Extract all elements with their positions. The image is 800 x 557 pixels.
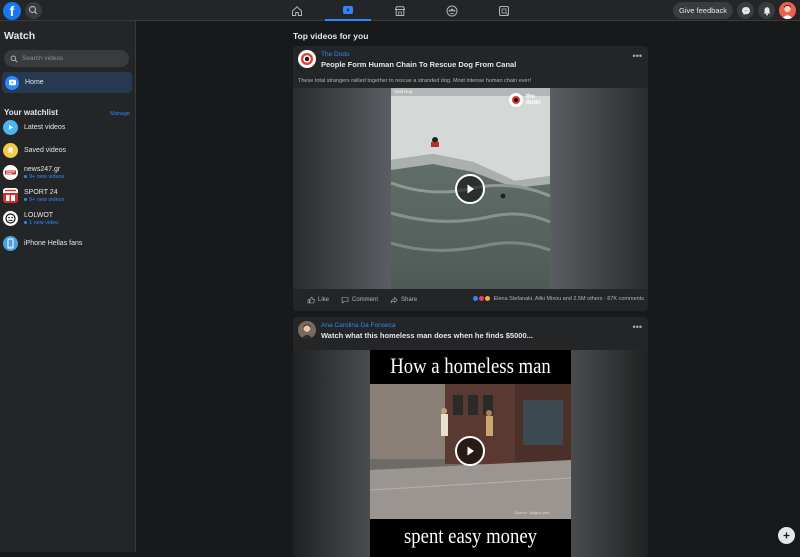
- play-button[interactable]: [455, 436, 485, 466]
- watchlist-header: Your watchlist Manage: [4, 108, 130, 117]
- user-avatar-icon: [782, 4, 793, 19]
- notifications-button[interactable]: [758, 2, 775, 19]
- user-avatar-icon: [298, 321, 316, 339]
- comment-button[interactable]: Comment: [341, 296, 378, 304]
- watch-sidebar: Watch Home Your watchlist Manage Latest …: [0, 21, 136, 552]
- sidebar-item-label: SPORT 24: [24, 188, 58, 196]
- sidebar-item-saved-videos[interactable]: Saved videos: [3, 143, 66, 158]
- video-caption-bottom: spent easy money: [404, 523, 537, 548]
- search-button[interactable]: [25, 2, 42, 19]
- sport24-logo-icon: [3, 188, 18, 203]
- bell-icon: [763, 6, 770, 15]
- search-videos-input[interactable]: [22, 55, 122, 62]
- topbar-actions: Give feedback: [673, 2, 796, 19]
- facebook-logo[interactable]: f: [3, 2, 21, 20]
- manage-link[interactable]: Manage: [110, 111, 130, 117]
- page-name-link[interactable]: The Dodo: [321, 51, 350, 58]
- page-avatar[interactable]: [298, 50, 316, 68]
- play-icon: [467, 184, 474, 194]
- more-options-icon[interactable]: •••: [633, 51, 642, 61]
- like-button[interactable]: Like: [307, 296, 329, 304]
- video-post: Ana Carolina Da Fonseca Watch what this …: [293, 317, 648, 557]
- bookmark-icon: [3, 143, 18, 158]
- lolwot-logo-icon: [3, 211, 18, 226]
- haha-reaction-icon: [483, 295, 491, 302]
- sidebar-item-label: LOLWOT: [24, 211, 54, 219]
- new-message-button[interactable]: [778, 527, 795, 544]
- reactions-summary[interactable]: Elena Stefanaki, Aliki Mixou and 2.5M ot…: [471, 295, 644, 302]
- the-dodo-logo-icon: [298, 50, 316, 68]
- tab-groups[interactable]: [429, 0, 475, 21]
- tab-gaming[interactable]: [481, 0, 527, 21]
- home-icon: [292, 5, 302, 16]
- post-title[interactable]: Watch what this homeless man does when h…: [321, 331, 533, 340]
- new-videos-count: 1 new video: [24, 220, 58, 226]
- video-player[interactable]: How a homeless man spent easy money Sour…: [293, 350, 648, 557]
- sidebar-item-news247[interactable]: news247.gr 9+ new videos: [3, 165, 64, 180]
- video-caption-top: How a homeless man: [390, 353, 551, 378]
- the-dodo-watermark: the dodo: [508, 91, 548, 109]
- more-options-icon[interactable]: •••: [633, 322, 642, 332]
- page-avatar[interactable]: [298, 321, 316, 339]
- sidebar-item-label: Home: [25, 79, 44, 86]
- watchlist-title: Your watchlist: [4, 108, 59, 117]
- marketplace-icon: [394, 5, 406, 16]
- sidebar-item-sport24[interactable]: SPORT 24 9+ new videos: [3, 188, 64, 203]
- search-icon: [10, 55, 18, 63]
- new-videos-count: 9+ new videos: [24, 197, 64, 203]
- video-player[interactable]: Viral Hog the dodo: [293, 88, 648, 289]
- new-videos-count: 9+ new videos: [24, 174, 64, 180]
- sidebar-item-iphone-hellas[interactable]: iPhone Hellas fans: [3, 236, 82, 251]
- watch-home-icon: [5, 75, 19, 90]
- profile-avatar[interactable]: [779, 2, 796, 19]
- post-header: Ana Carolina Da Fonseca Watch what this …: [293, 317, 648, 344]
- messenger-button[interactable]: [737, 2, 754, 19]
- tab-watch[interactable]: [325, 0, 371, 21]
- compose-icon: [783, 532, 790, 539]
- give-feedback-button[interactable]: Give feedback: [673, 2, 733, 19]
- play-icon: [467, 446, 474, 456]
- tab-marketplace[interactable]: [377, 0, 423, 21]
- post-header: The Dodo People Form Human Chain To Resc…: [293, 46, 648, 73]
- sidebar-title: Watch: [4, 30, 36, 42]
- sidebar-item-label: news247.gr: [24, 165, 61, 173]
- play-button[interactable]: [455, 174, 485, 204]
- messenger-icon: [741, 6, 750, 15]
- share-button[interactable]: Share: [390, 296, 417, 304]
- thumbs-up-icon: [307, 296, 315, 303]
- sidebar-item-lolwot[interactable]: LOLWOT 1 new video: [3, 211, 58, 226]
- search-videos-box[interactable]: [4, 50, 129, 67]
- video-source-watermark: Source: Wagos club: [514, 510, 550, 515]
- reactions-text: Elena Stefanaki, Aliki Mixou and 2.5M ot…: [493, 295, 644, 302]
- the-dodo-logo-icon: [509, 93, 523, 107]
- video-post: The Dodo People Form Human Chain To Resc…: [293, 46, 648, 311]
- sidebar-item-label: Saved videos: [24, 147, 67, 154]
- section-title: Top videos for you: [293, 31, 369, 41]
- gaming-icon: [499, 5, 509, 16]
- sidebar-item-label: iPhone Hellas fans: [24, 240, 83, 247]
- page-name-link[interactable]: Ana Carolina Da Fonseca: [321, 322, 395, 329]
- search-icon: [28, 5, 38, 15]
- iphone-hellas-logo-icon: [3, 236, 18, 251]
- top-navigation-bar: f Give feedback: [0, 0, 800, 21]
- news247-logo-icon: [3, 165, 18, 180]
- watch-icon: [343, 5, 353, 14]
- groups-icon: [446, 5, 458, 16]
- play-icon: [3, 120, 18, 135]
- sidebar-item-home[interactable]: Home: [2, 72, 132, 93]
- tab-home[interactable]: [274, 0, 320, 21]
- sidebar-item-label: Latest videos: [24, 124, 66, 131]
- share-icon: [390, 296, 398, 303]
- viral-hog-watermark: Viral Hog: [394, 89, 413, 94]
- post-title[interactable]: People Form Human Chain To Rescue Dog Fr…: [321, 60, 516, 69]
- post-description: These total strangers rallied together t…: [298, 78, 531, 84]
- sidebar-item-latest-videos[interactable]: Latest videos: [3, 120, 65, 135]
- comment-icon: [341, 296, 349, 304]
